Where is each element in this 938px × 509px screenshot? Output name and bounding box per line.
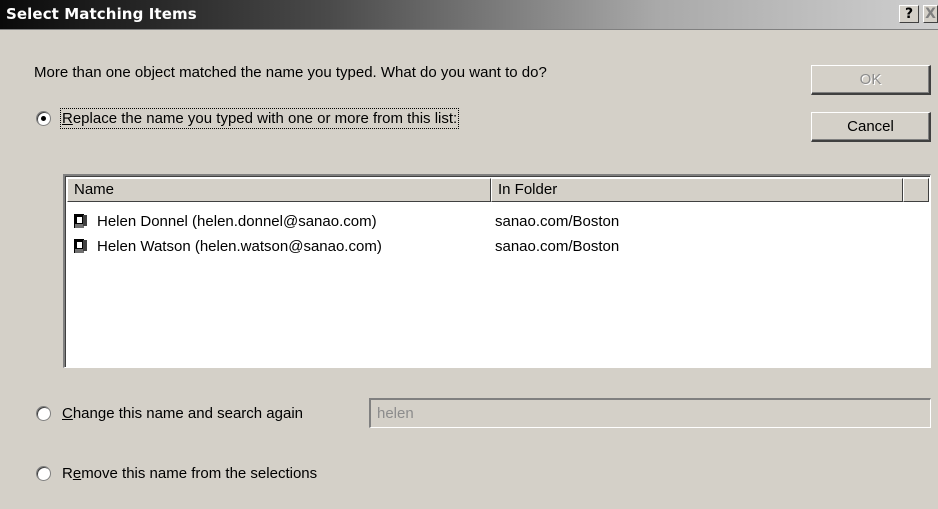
cancel-button[interactable]: Cancel <box>811 112 931 142</box>
help-button[interactable]: ? <box>899 5 919 23</box>
remove-pre: R <box>62 465 73 482</box>
change-radio[interactable] <box>36 406 51 421</box>
ok-button[interactable]: OK <box>811 65 931 95</box>
close-button[interactable]: X <box>923 5 938 23</box>
change-mnemonic: C <box>62 405 73 422</box>
column-header-filler <box>903 178 929 202</box>
window-title: Select Matching Items <box>6 5 197 23</box>
title-bar: Select Matching Items ? X <box>0 0 938 30</box>
item-folder: sanao.com/Boston <box>495 238 620 255</box>
list-item[interactable]: Helen Watson (helen.watson@sanao.com) sa… <box>71 235 921 259</box>
list-item[interactable]: Helen Donnel (helen.donnel@sanao.com) sa… <box>71 210 921 234</box>
replace-mnemonic: R <box>62 110 73 127</box>
user-icon <box>74 239 87 253</box>
item-name: Helen Donnel (helen.donnel@sanao.com) <box>97 213 377 230</box>
prompt-text: More than one object matched the name yo… <box>34 64 547 81</box>
remove-radio[interactable] <box>36 466 51 481</box>
replace-option-label[interactable]: Replace the name you typed with one or m… <box>59 108 460 129</box>
item-folder: sanao.com/Boston <box>495 213 620 230</box>
column-header-in-folder[interactable]: In Folder <box>491 178 903 202</box>
item-name: Helen Watson (helen.watson@sanao.com) <box>97 238 382 255</box>
search-input[interactable] <box>369 398 931 428</box>
replace-text: eplace the name you typed with one or mo… <box>72 110 458 127</box>
change-text: hange this name and search again <box>72 405 304 422</box>
column-header-name[interactable]: Name <box>67 178 491 202</box>
remove-option-label[interactable]: Remove this name from the selections <box>62 465 317 482</box>
matching-items-list[interactable]: Name In Folder Helen Donnel (helen.donne… <box>63 174 931 368</box>
change-option-label[interactable]: Change this name and search again <box>62 405 303 422</box>
replace-radio[interactable] <box>36 111 51 126</box>
remove-text: move this name from the selections <box>81 465 318 482</box>
user-icon <box>74 214 87 228</box>
remove-mnemonic: e <box>72 465 82 482</box>
